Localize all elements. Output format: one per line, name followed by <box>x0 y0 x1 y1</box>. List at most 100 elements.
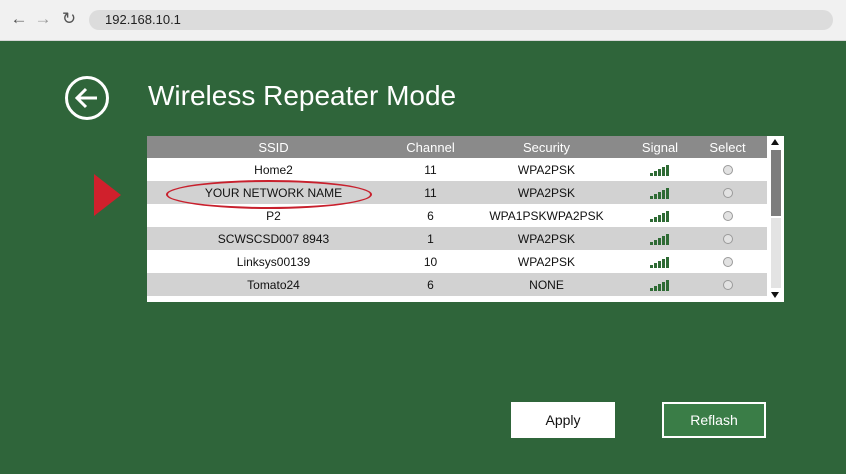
reload-icon[interactable]: ↻ <box>58 8 80 30</box>
scroll-down-icon[interactable] <box>771 292 779 298</box>
select-cell <box>688 158 767 181</box>
channel-cell: 6 <box>427 208 434 223</box>
channel-cell: 1 <box>400 227 461 250</box>
select-radio[interactable] <box>722 165 733 176</box>
security-cell: WPA2PSK <box>461 181 632 204</box>
select-cell <box>688 204 767 227</box>
ssid-cell: Home2 <box>254 162 293 177</box>
signal-bar <box>658 260 661 268</box>
select-cell <box>688 181 767 204</box>
column-header-security: Security <box>461 136 632 158</box>
back-arrow-icon[interactable]: ← <box>8 8 30 30</box>
table-row[interactable]: YOUR NETWORK NAME 11 WPA2PSK <box>147 181 767 204</box>
table-row[interactable]: P2 6 WPA1PSKWPA2PSK <box>147 204 767 227</box>
signal-bar <box>666 256 669 268</box>
signal-bar <box>654 239 657 245</box>
signal-bar <box>650 172 653 176</box>
column-header-ssid: SSID <box>147 136 400 158</box>
signal-bar <box>666 210 669 222</box>
security-cell: WPA2PSK <box>461 227 632 250</box>
select-radio[interactable] <box>722 188 733 199</box>
signal-bar <box>662 281 665 291</box>
signal-cell <box>632 273 688 296</box>
page-title: Wireless Repeater Mode <box>148 80 457 111</box>
security-cell: NONE <box>461 273 632 296</box>
column-header-signal: Signal <box>632 136 688 158</box>
signal-bar <box>662 235 665 245</box>
column-header-channel: Channel <box>400 136 461 158</box>
signal-bar <box>658 237 661 245</box>
column-header-select: Select <box>688 136 767 158</box>
network-table: SSID Channel Security Signal Select Home… <box>147 136 767 296</box>
signal-bar <box>658 283 661 291</box>
channel-cell: 6 <box>400 273 461 296</box>
select-radio[interactable] <box>722 280 733 291</box>
security-cell: WPA2PSK <box>517 254 576 269</box>
signal-bar <box>650 264 653 268</box>
signal-strength-icon <box>650 187 669 199</box>
table-scrollbar[interactable] <box>767 136 784 302</box>
table-row[interactable]: Tomato24 6 NONE <box>147 273 767 296</box>
signal-bar <box>662 258 665 268</box>
channel-cell: 11 <box>400 181 461 204</box>
signal-strength-icon <box>650 233 669 245</box>
signal-bar <box>666 233 669 245</box>
signal-bar <box>658 168 661 176</box>
channel-cell: 11 <box>424 162 437 177</box>
signal-strength-icon <box>650 256 669 268</box>
select-radio[interactable] <box>722 211 733 222</box>
select-cell <box>688 227 767 250</box>
select-radio[interactable] <box>722 234 733 245</box>
ssid-cell: SCWSCSD007 8943 <box>147 227 400 250</box>
signal-bar <box>666 279 669 291</box>
signal-cell <box>632 181 688 204</box>
select-cell <box>688 250 767 273</box>
signal-bar <box>650 195 653 199</box>
back-button[interactable] <box>65 76 109 120</box>
signal-strength-icon <box>650 279 669 291</box>
signal-bar <box>650 218 653 222</box>
scrollbar-thumb[interactable] <box>771 150 781 216</box>
signal-bar <box>662 189 665 199</box>
signal-bar <box>650 241 653 245</box>
scrollbar-track[interactable] <box>771 218 781 288</box>
signal-bar <box>654 170 657 176</box>
ssid-cell: P2 <box>266 208 281 223</box>
signal-cell <box>632 227 688 250</box>
signal-cell <box>632 250 688 273</box>
signal-cell <box>632 158 688 181</box>
arrow-left-icon <box>74 87 97 109</box>
signal-bar <box>650 287 653 291</box>
security-cell: WPA1PSKWPA2PSK <box>489 208 604 223</box>
signal-strength-icon <box>650 210 669 222</box>
signal-strength-icon <box>650 164 669 176</box>
signal-bar <box>666 187 669 199</box>
apply-button[interactable]: Apply <box>511 402 615 438</box>
select-radio[interactable] <box>722 257 733 268</box>
scroll-up-icon[interactable] <box>771 139 779 145</box>
browser-toolbar: ← → ↻ 192.168.10.1 <box>0 0 846 41</box>
signal-bar <box>662 166 665 176</box>
signal-bar <box>654 285 657 291</box>
signal-bar <box>654 262 657 268</box>
signal-bar <box>658 191 661 199</box>
address-bar[interactable]: 192.168.10.1 <box>89 10 833 30</box>
table-row[interactable]: Home2 11 WPA2PSK <box>147 158 767 181</box>
pointer-arrow-icon <box>94 174 121 216</box>
table-row[interactable]: Linksys00139 10 WPA2PSK <box>147 250 767 273</box>
signal-bar <box>666 164 669 176</box>
signal-bar <box>654 216 657 222</box>
channel-cell: 10 <box>423 254 438 269</box>
network-list: SSID Channel Security Signal Select Home… <box>147 136 784 302</box>
ssid-cell: Tomato24 <box>147 273 400 296</box>
refresh-button[interactable]: Reflash <box>662 402 766 438</box>
ssid-cell: YOUR NETWORK NAME <box>147 181 400 204</box>
ssid-cell: Linksys00139 <box>236 254 311 269</box>
signal-bar <box>658 214 661 222</box>
table-header-row: SSID Channel Security Signal Select <box>147 136 767 158</box>
table-row[interactable]: SCWSCSD007 8943 1 WPA2PSK <box>147 227 767 250</box>
select-cell <box>688 273 767 296</box>
security-cell: WPA2PSK <box>517 162 576 177</box>
signal-bar <box>662 212 665 222</box>
forward-arrow-icon[interactable]: → <box>32 8 54 30</box>
